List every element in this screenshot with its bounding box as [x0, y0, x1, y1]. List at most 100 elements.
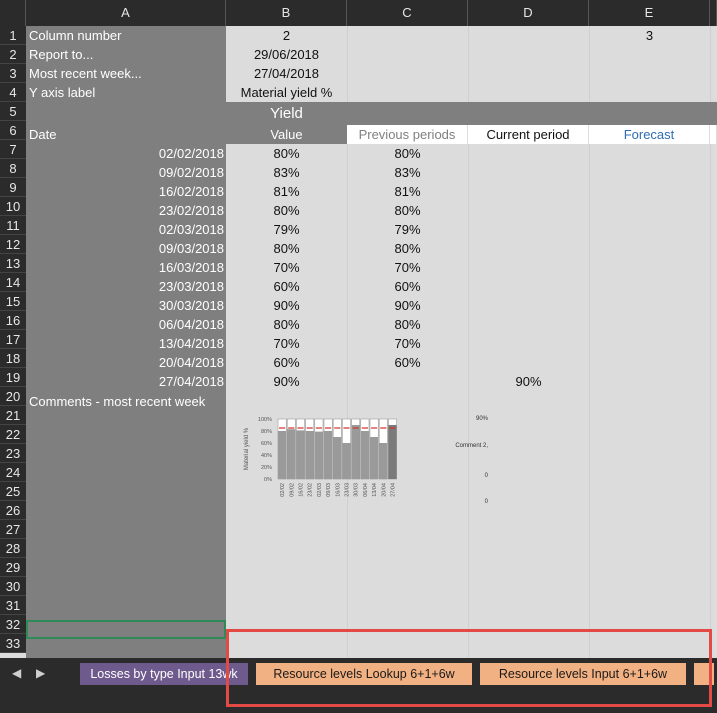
current-cell[interactable] [468, 277, 589, 296]
value-cell[interactable]: 81% [226, 182, 347, 201]
value-cell[interactable]: 90% [226, 296, 347, 315]
date-cell[interactable]: 02/03/2018 [26, 220, 226, 239]
row-header[interactable]: 3 [0, 64, 26, 83]
previous-cell[interactable]: 80% [347, 144, 468, 163]
row-header[interactable]: 5 [0, 102, 26, 121]
row-header[interactable]: 10 [0, 197, 26, 216]
value-cell[interactable]: 60% [226, 353, 347, 372]
column-header-a[interactable]: A [26, 0, 226, 26]
date-cell[interactable]: 09/03/2018 [26, 239, 226, 258]
row-header[interactable]: 15 [0, 292, 26, 311]
date-cell[interactable]: 30/03/2018 [26, 296, 226, 315]
previous-cell[interactable]: 80% [347, 201, 468, 220]
current-cell[interactable] [468, 182, 589, 201]
value-cell[interactable]: 80% [226, 144, 347, 163]
previous-cell[interactable]: 80% [347, 315, 468, 334]
column-number-b[interactable]: 2 [226, 26, 347, 45]
current-cell[interactable] [468, 220, 589, 239]
date-cell[interactable]: 23/03/2018 [26, 277, 226, 296]
tab-next-arrow[interactable]: ▶ [36, 666, 45, 680]
current-cell[interactable] [468, 239, 589, 258]
date-cell[interactable]: 02/02/2018 [26, 144, 226, 163]
row-header[interactable]: 21 [0, 406, 26, 425]
row-header[interactable]: 29 [0, 558, 26, 577]
row-header[interactable]: 18 [0, 349, 26, 368]
row-header[interactable]: 8 [0, 159, 26, 178]
row-header[interactable]: 32 [0, 615, 26, 634]
date-header[interactable]: Date [26, 125, 226, 144]
tab-overflow[interactable] [694, 663, 714, 685]
value-cell[interactable]: 83% [226, 163, 347, 182]
value-cell[interactable]: 90% [226, 372, 347, 391]
row-header[interactable]: 12 [0, 235, 26, 254]
tab-prev-arrow[interactable]: ◀ [12, 666, 21, 680]
value-cell[interactable]: 80% [226, 315, 347, 334]
value-cell[interactable]: 60% [226, 277, 347, 296]
current-cell[interactable] [468, 315, 589, 334]
row-header[interactable]: 16 [0, 311, 26, 330]
current-cell[interactable] [468, 353, 589, 372]
tab-resource-levels-input[interactable]: Resource levels Input 6+1+6w [480, 663, 686, 685]
row-header[interactable]: 23 [0, 444, 26, 463]
current-cell[interactable]: 90% [468, 372, 589, 391]
y-axis-label-value[interactable]: Material yield % [226, 83, 347, 102]
row-header[interactable]: 22 [0, 425, 26, 444]
row-header[interactable]: 24 [0, 463, 26, 482]
previous-cell[interactable]: 70% [347, 334, 468, 353]
row-header[interactable]: 6 [0, 121, 26, 140]
current-cell[interactable] [468, 201, 589, 220]
yield-bar-chart[interactable]: Material yield %100%80%60%40%20%0%02/02 0… [240, 412, 420, 512]
row-header[interactable]: 17 [0, 330, 26, 349]
current-cell[interactable] [468, 258, 589, 277]
value-cell[interactable]: 80% [226, 239, 347, 258]
report-to-value[interactable]: 29/06/2018 [226, 45, 347, 64]
row-header[interactable]: 33 [0, 634, 26, 653]
column-header-d[interactable]: D [468, 0, 589, 26]
previous-cell[interactable]: 90% [347, 296, 468, 315]
row-header[interactable]: 1 [0, 26, 26, 45]
selected-cell[interactable] [26, 620, 226, 639]
date-cell[interactable]: 16/02/2018 [26, 182, 226, 201]
row-header[interactable]: 27 [0, 520, 26, 539]
most-recent-week-label[interactable]: Most recent week... [26, 64, 226, 83]
row-header[interactable]: 13 [0, 254, 26, 273]
row-header[interactable]: 26 [0, 501, 26, 520]
previous-cell[interactable]: 81% [347, 182, 468, 201]
yield-title[interactable]: Yield [226, 104, 347, 123]
current-cell[interactable] [468, 163, 589, 182]
row-header[interactable]: 20 [0, 387, 26, 406]
previous-cell[interactable] [347, 372, 468, 391]
select-all-corner[interactable] [0, 0, 26, 26]
row-header[interactable]: 7 [0, 140, 26, 159]
value-cell[interactable]: 70% [226, 258, 347, 277]
previous-cell[interactable]: 80% [347, 239, 468, 258]
date-cell[interactable]: 16/03/2018 [26, 258, 226, 277]
row-header[interactable]: 28 [0, 539, 26, 558]
previous-cell[interactable]: 83% [347, 163, 468, 182]
value-cell[interactable]: 70% [226, 334, 347, 353]
previous-cell[interactable]: 60% [347, 277, 468, 296]
date-cell[interactable]: 23/02/2018 [26, 201, 226, 220]
column-header-b[interactable]: B [226, 0, 347, 26]
row-header[interactable]: 14 [0, 273, 26, 292]
previous-cell[interactable]: 70% [347, 258, 468, 277]
current-cell[interactable] [468, 144, 589, 163]
tab-losses-by-type[interactable]: Losses by type Input 13wk [80, 663, 248, 685]
previous-periods-header[interactable]: Previous periods [347, 125, 468, 144]
date-cell[interactable]: 27/04/2018 [26, 372, 226, 391]
date-cell[interactable]: 20/04/2018 [26, 353, 226, 372]
y-axis-label-label[interactable]: Y axis label [26, 83, 226, 102]
date-cell[interactable]: 09/02/2018 [26, 163, 226, 182]
previous-cell[interactable]: 79% [347, 220, 468, 239]
row-header[interactable]: 9 [0, 178, 26, 197]
row-header[interactable]: 11 [0, 216, 26, 235]
value-header[interactable]: Value [226, 125, 347, 144]
date-cell[interactable]: 06/04/2018 [26, 315, 226, 334]
column-header-c[interactable]: C [347, 0, 468, 26]
row-header[interactable]: 30 [0, 577, 26, 596]
column-header-f[interactable] [710, 0, 717, 26]
column-header-e[interactable]: E [589, 0, 710, 26]
forecast-header[interactable]: Forecast [589, 125, 710, 144]
current-period-header[interactable]: Current period [468, 125, 589, 144]
comments-label[interactable]: Comments - most recent week [26, 392, 226, 411]
